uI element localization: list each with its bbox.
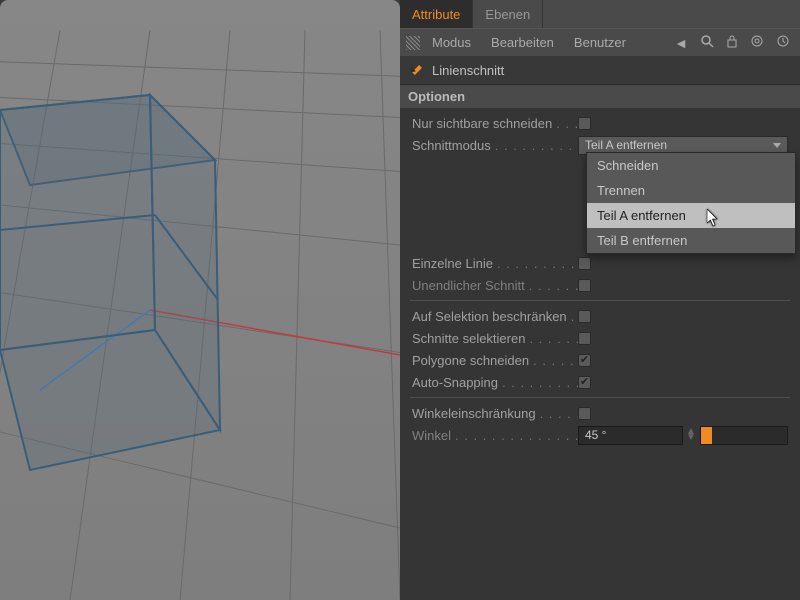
- pencil-icon: [408, 62, 424, 78]
- checkbox-infinite-cut[interactable]: [578, 279, 591, 292]
- dropdown-item-cut[interactable]: Schneiden: [587, 153, 795, 178]
- menu-mode[interactable]: Modus: [424, 35, 479, 50]
- viewport-scene: [0, 0, 400, 600]
- label-cut-polygons: Polygone schneiden: [412, 353, 578, 368]
- dropdown-item-remove-b[interactable]: Teil B entfernen: [587, 228, 795, 253]
- target-icon[interactable]: [746, 34, 768, 51]
- 3d-viewport[interactable]: [0, 0, 400, 600]
- chevron-down-icon: [773, 143, 781, 148]
- history-icon[interactable]: [772, 34, 794, 51]
- panel-toolbar: Modus Bearbeiten Benutzer ◄: [400, 28, 800, 56]
- app-root: Attribute Ebenen Modus Bearbeiten Benutz…: [0, 0, 800, 600]
- slider-fill: [701, 427, 712, 444]
- divider: [410, 300, 790, 301]
- attribute-panel: Attribute Ebenen Modus Bearbeiten Benutz…: [400, 0, 800, 600]
- row-auto-snap: Auto-Snapping: [400, 371, 800, 393]
- lock-icon[interactable]: [722, 34, 742, 51]
- checkbox-single-line[interactable]: [578, 257, 591, 270]
- angle-stepper[interactable]: ▲▼: [686, 429, 696, 441]
- row-restrict-selection: Auf Selektion beschränken: [400, 305, 800, 327]
- label-cut-mode: Schnittmodus: [412, 138, 578, 153]
- panel-tabs: Attribute Ebenen: [400, 0, 800, 28]
- row-only-visible: Nur sichtbare schneiden: [400, 112, 800, 134]
- label-auto-snap: Auto-Snapping: [412, 375, 578, 390]
- cursor-icon: [707, 209, 719, 227]
- dropdown-cut-mode-value: Teil A entfernen: [585, 138, 667, 152]
- row-angle-restrict: Winkeleinschränkung: [400, 402, 800, 424]
- tool-name: Linienschnitt: [432, 63, 504, 78]
- label-only-visible: Nur sichtbare schneiden: [412, 116, 578, 131]
- checkbox-restrict-selection[interactable]: [578, 310, 591, 323]
- label-angle-restrict: Winkeleinschränkung: [412, 406, 578, 421]
- checkbox-only-visible[interactable]: [578, 117, 591, 130]
- dropdown-menu-cut-mode: Schneiden Trennen Teil A entfernen Teil …: [586, 152, 796, 254]
- input-angle[interactable]: 45 °: [578, 426, 683, 445]
- menu-user[interactable]: Benutzer: [566, 35, 634, 50]
- section-options-header: Optionen: [400, 85, 800, 108]
- divider: [410, 397, 790, 398]
- nav-back-icon[interactable]: ◄: [670, 35, 692, 51]
- row-infinite-cut: Unendlicher Schnitt: [400, 274, 800, 296]
- label-infinite-cut: Unendlicher Schnitt: [412, 278, 578, 293]
- menu-edit[interactable]: Bearbeiten: [483, 35, 562, 50]
- tool-header: Linienschnitt: [400, 56, 800, 85]
- checkbox-auto-snap[interactable]: [578, 376, 591, 389]
- row-cut-polygons: Polygone schneiden: [400, 349, 800, 371]
- input-angle-value: 45 °: [585, 428, 606, 442]
- tab-layers[interactable]: Ebenen: [473, 0, 543, 28]
- label-angle: Winkel: [412, 428, 578, 443]
- label-select-cuts: Schnitte selektieren: [412, 331, 578, 346]
- slider-angle[interactable]: [700, 426, 788, 445]
- options-content: Nur sichtbare schneiden Schnittmodus Tei…: [400, 108, 800, 450]
- label-single-line: Einzelne Linie: [412, 256, 578, 271]
- checkbox-select-cuts[interactable]: [578, 332, 591, 345]
- drag-handle-icon[interactable]: [406, 36, 420, 50]
- checkbox-angle-restrict[interactable]: [578, 407, 591, 420]
- checkbox-cut-polygons[interactable]: [578, 354, 591, 367]
- row-angle: Winkel 45 ° ▲▼: [400, 424, 800, 446]
- search-icon[interactable]: [696, 34, 718, 51]
- label-restrict-selection: Auf Selektion beschränken: [412, 309, 578, 324]
- tab-attributes[interactable]: Attribute: [400, 0, 473, 28]
- row-single-line: Einzelne Linie: [400, 252, 800, 274]
- dropdown-item-split[interactable]: Trennen: [587, 178, 795, 203]
- row-select-cuts: Schnitte selektieren: [400, 327, 800, 349]
- dropdown-item-remove-a[interactable]: Teil A entfernen: [587, 203, 795, 228]
